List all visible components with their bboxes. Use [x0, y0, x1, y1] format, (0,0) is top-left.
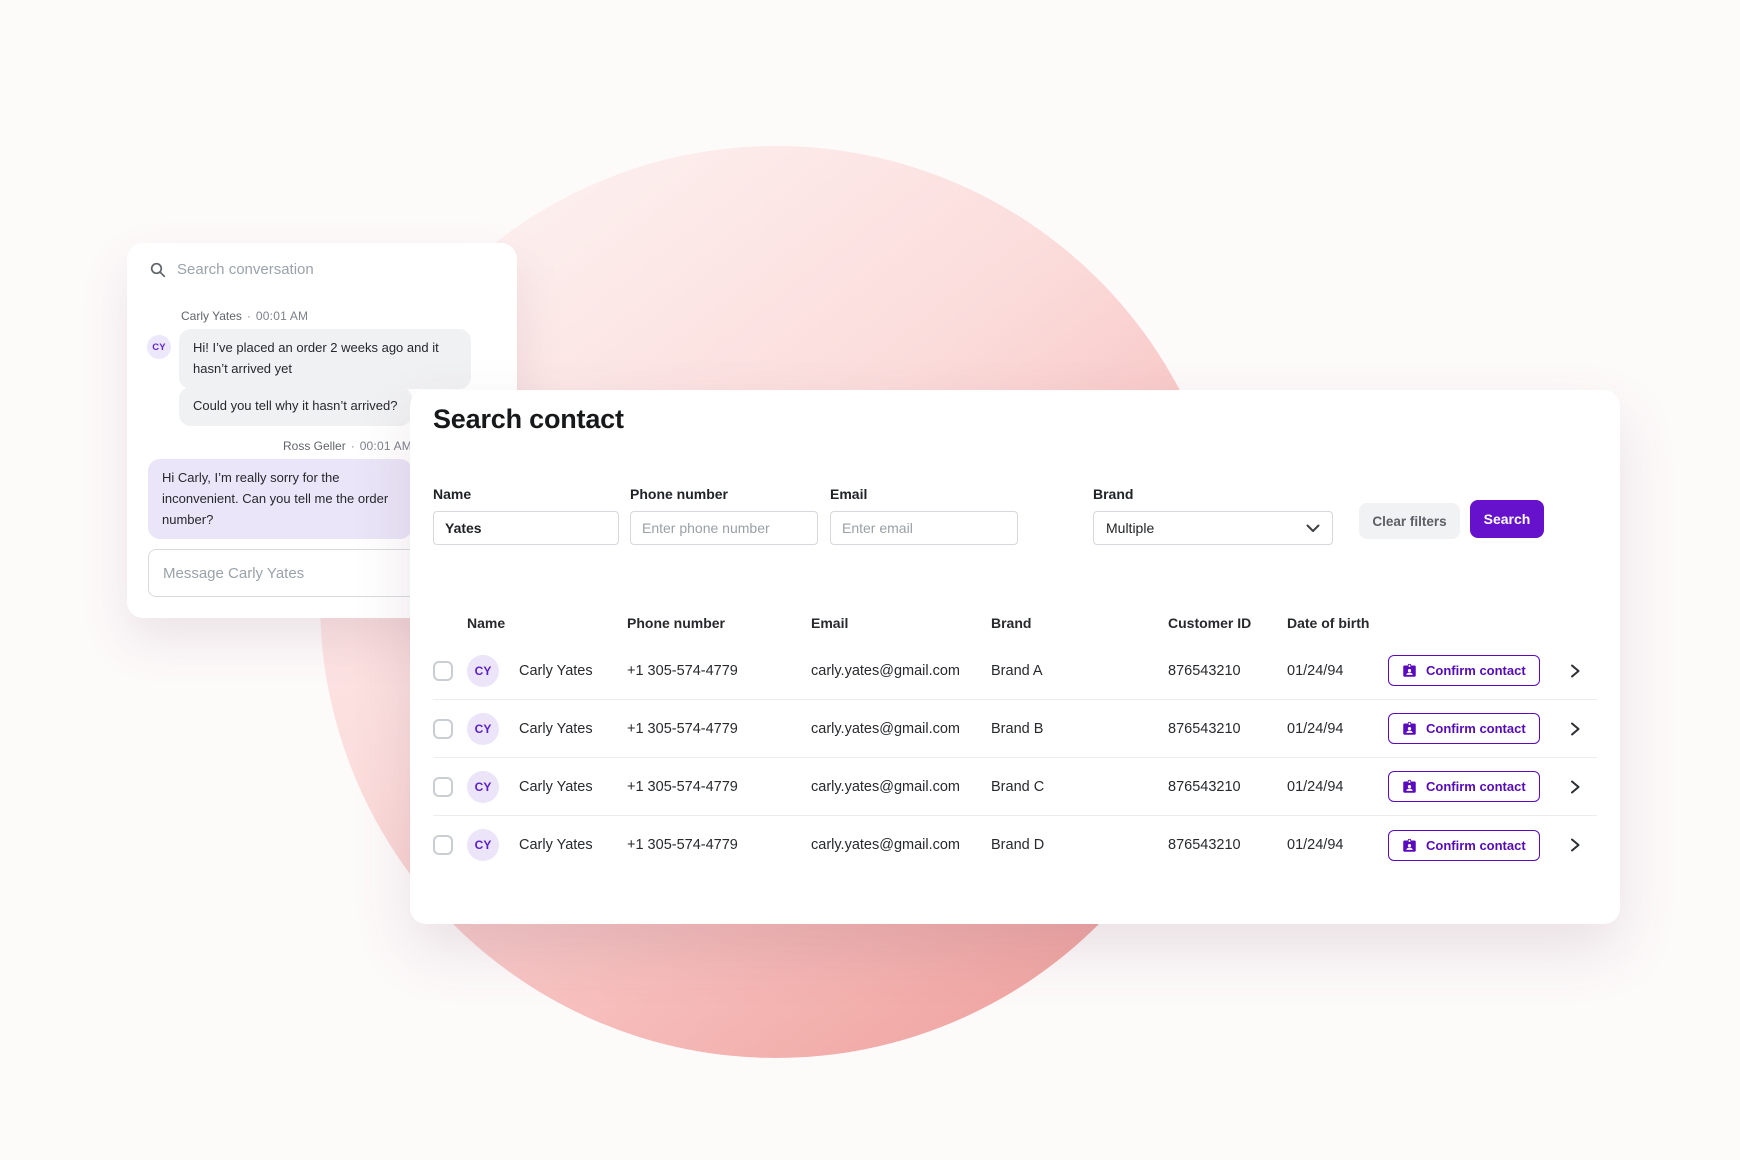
email-filter-group: Email: [830, 486, 1018, 545]
customer-message-meta: Carly Yates · 00:01 AM: [181, 309, 308, 323]
clear-filters-button[interactable]: Clear filters: [1359, 503, 1460, 539]
table-row: CY Carly Yates +1 305-574-4779 carly.yat…: [433, 642, 1597, 700]
agent-message-meta: Ross Geller · 00:01 AM: [148, 439, 412, 453]
contact-customer-id: 876543210: [1168, 779, 1287, 795]
phone-filter-label: Phone number: [630, 486, 818, 502]
contact-email: carly.yates@gmail.com: [811, 837, 991, 853]
contact-brand: Brand D: [991, 837, 1168, 853]
desktop-background: Carly Yates · 00:01 AM CY Hi! I’ve place…: [0, 0, 1740, 1160]
contact-phone: +1 305-574-4779: [627, 779, 811, 795]
phone-filter-input[interactable]: [630, 511, 818, 545]
brand-select-value: Multiple: [1106, 520, 1154, 536]
search-contact-panel: Search contact Name Phone number Email B…: [410, 390, 1620, 924]
contact-phone: +1 305-574-4779: [627, 721, 811, 737]
contact-brand: Brand B: [991, 721, 1168, 737]
brand-filter-label: Brand: [1093, 486, 1333, 502]
chat-message-bubble: Could you tell why it hasn’t arrived?: [179, 387, 412, 426]
confirm-contact-button[interactable]: Confirm contact: [1388, 771, 1540, 802]
chat-message-bubble: Hi Carly, I’m really sorry for the incon…: [148, 459, 412, 539]
agent-message-time: 00:01 AM: [360, 439, 412, 453]
row-checkbox[interactable]: [433, 661, 453, 681]
name-filter-group: Name: [433, 486, 619, 545]
contact-name: Carly Yates: [519, 663, 593, 679]
row-checkbox[interactable]: [433, 719, 453, 739]
customer-avatar: CY: [147, 335, 171, 359]
conversation-search-bar: [150, 260, 425, 279]
contact-customer-id: 876543210: [1168, 663, 1287, 679]
contact-name: Carly Yates: [519, 721, 593, 737]
avatar: CY: [467, 771, 499, 803]
name-filter-label: Name: [433, 486, 619, 502]
column-header-phone: Phone number: [627, 615, 811, 631]
confirm-contact-button[interactable]: Confirm contact: [1388, 713, 1540, 744]
contact-badge-icon: [1402, 838, 1417, 853]
contact-dob: 01/24/94: [1287, 837, 1388, 853]
chat-message-bubble: Hi! I’ve placed an order 2 weeks ago and…: [179, 329, 471, 389]
chevron-right-icon[interactable]: [1553, 659, 1597, 683]
search-icon: [150, 262, 166, 278]
avatar: CY: [467, 655, 499, 687]
contact-email: carly.yates@gmail.com: [811, 779, 991, 795]
brand-select[interactable]: Multiple: [1093, 511, 1333, 545]
contact-dob: 01/24/94: [1287, 663, 1388, 679]
chevron-right-icon[interactable]: [1553, 775, 1597, 799]
column-header-name: Name: [467, 615, 627, 631]
meta-separator: ·: [247, 309, 251, 323]
avatar: CY: [467, 713, 499, 745]
contact-dob: 01/24/94: [1287, 721, 1388, 737]
agent-name-label: Ross Geller: [283, 439, 346, 453]
contact-name: Carly Yates: [519, 779, 593, 795]
contact-brand: Brand A: [991, 663, 1168, 679]
contact-badge-icon: [1402, 779, 1417, 794]
contact-phone: +1 305-574-4779: [627, 837, 811, 853]
contact-badge-icon: [1402, 721, 1417, 736]
table-row: CY Carly Yates +1 305-574-4779 carly.yat…: [433, 816, 1597, 874]
customer-message-time: 00:01 AM: [256, 309, 308, 323]
table-row: CY Carly Yates +1 305-574-4779 carly.yat…: [433, 700, 1597, 758]
confirm-contact-button[interactable]: Confirm contact: [1388, 830, 1540, 861]
phone-filter-group: Phone number: [630, 486, 818, 545]
row-checkbox[interactable]: [433, 777, 453, 797]
contact-customer-id: 876543210: [1168, 837, 1287, 853]
contact-email: carly.yates@gmail.com: [811, 721, 991, 737]
avatar: CY: [467, 829, 499, 861]
column-header-email: Email: [811, 615, 991, 631]
table-row: CY Carly Yates +1 305-574-4779 carly.yat…: [433, 758, 1597, 816]
email-filter-label: Email: [830, 486, 1018, 502]
table-header: Name Phone number Email Brand Customer I…: [433, 615, 1597, 631]
contact-email: carly.yates@gmail.com: [811, 663, 991, 679]
meta-separator: ·: [351, 439, 355, 453]
contact-badge-icon: [1402, 663, 1417, 678]
name-filter-input[interactable]: [433, 511, 619, 545]
column-header-customer-id: Customer ID: [1168, 615, 1287, 631]
contact-dob: 01/24/94: [1287, 779, 1388, 795]
chevron-down-icon: [1306, 524, 1320, 533]
contact-results-list: CY Carly Yates +1 305-574-4779 carly.yat…: [433, 642, 1597, 874]
customer-name-label: Carly Yates: [181, 309, 242, 323]
conversation-search-input[interactable]: [175, 260, 425, 279]
column-header-dob: Date of birth: [1287, 615, 1388, 631]
chevron-right-icon[interactable]: [1553, 717, 1597, 741]
confirm-contact-button[interactable]: Confirm contact: [1388, 655, 1540, 686]
page-title: Search contact: [433, 404, 624, 435]
column-header-brand: Brand: [991, 615, 1168, 631]
search-button[interactable]: Search: [1470, 500, 1544, 538]
contact-phone: +1 305-574-4779: [627, 663, 811, 679]
email-filter-input[interactable]: [830, 511, 1018, 545]
contact-name: Carly Yates: [519, 837, 593, 853]
contact-customer-id: 876543210: [1168, 721, 1287, 737]
brand-filter-group: Brand Multiple: [1093, 486, 1333, 545]
contact-brand: Brand C: [991, 779, 1168, 795]
row-checkbox[interactable]: [433, 835, 453, 855]
chevron-right-icon[interactable]: [1553, 833, 1597, 857]
